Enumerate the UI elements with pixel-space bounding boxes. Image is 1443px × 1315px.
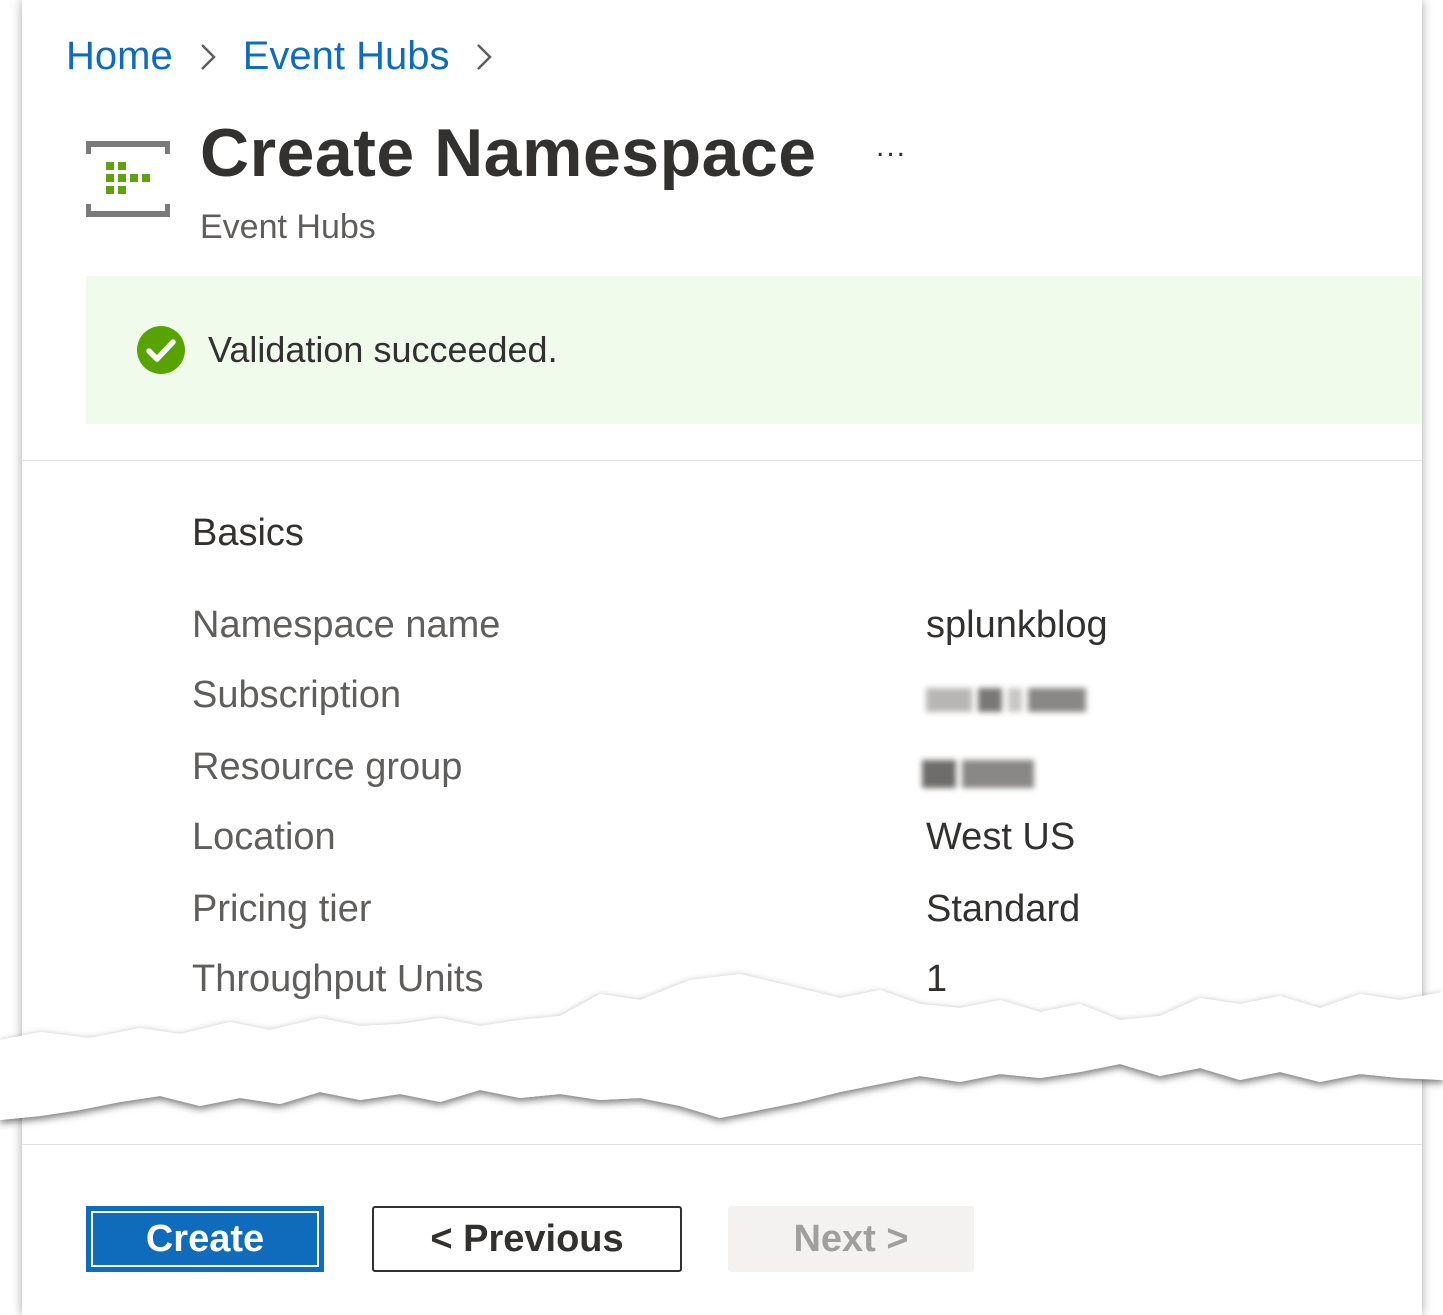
page-title: Create Namespace [200, 115, 817, 191]
row-value: Standard [926, 888, 1081, 930]
breadcrumb: Home Event Hubs [66, 34, 519, 79]
divider [22, 460, 1422, 461]
create-button[interactable]: Create [86, 1206, 324, 1272]
torn-edge-divider [0, 974, 1443, 1170]
row-label: Resource group [192, 746, 463, 788]
redacted-value [922, 746, 1034, 788]
row-value: splunkblog [926, 604, 1108, 646]
next-button: Next > [728, 1206, 974, 1272]
summary-row-namespace-name: Namespace name splunkblog [192, 604, 1292, 654]
validation-message: Validation succeeded. [208, 329, 558, 370]
page-subtitle: Event Hubs [200, 208, 376, 246]
row-label: Subscription [192, 674, 402, 716]
more-options-icon[interactable]: ... [876, 130, 907, 164]
row-label: Location [192, 816, 336, 858]
row-label: Namespace name [192, 604, 501, 646]
chevron-right-icon [449, 42, 519, 72]
previous-button[interactable]: < Previous [372, 1206, 682, 1272]
event-hubs-icon [85, 140, 171, 218]
validation-banner: Validation succeeded. [86, 276, 1422, 424]
breadcrumb-home[interactable]: Home [66, 34, 173, 79]
row-label: Pricing tier [192, 888, 372, 930]
summary-row-location: Location West US [192, 816, 1292, 866]
chevron-right-icon [173, 42, 243, 72]
row-value: West US [926, 816, 1076, 858]
summary-row-subscription: Subscription [192, 674, 1292, 724]
footer-divider [22, 1144, 1422, 1145]
summary-row-resource-group: Resource group [192, 746, 1292, 796]
checkmark-circle-icon [137, 326, 185, 374]
breadcrumb-event-hubs[interactable]: Event Hubs [243, 34, 450, 79]
summary-row-pricing-tier: Pricing tier Standard [192, 888, 1292, 938]
section-title-basics: Basics [192, 512, 304, 554]
redacted-value [926, 674, 1086, 712]
